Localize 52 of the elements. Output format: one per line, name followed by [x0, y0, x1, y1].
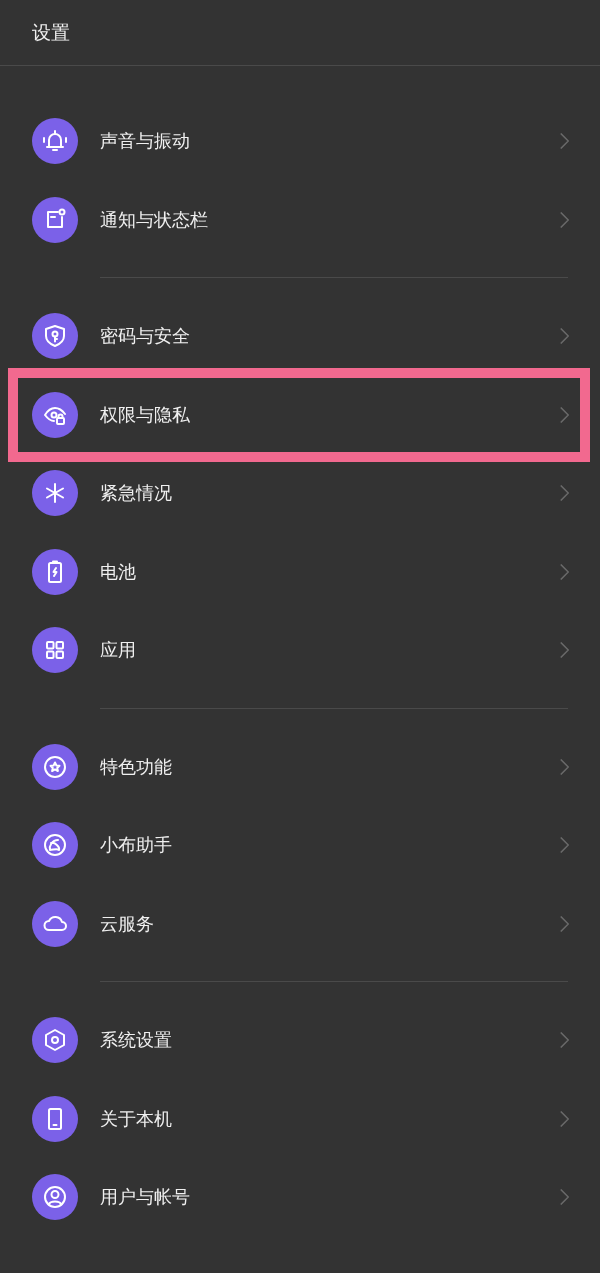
- item-label: 声音与振动: [100, 129, 191, 154]
- chevron-right-icon: [560, 406, 569, 423]
- chevron-right-icon: [560, 642, 569, 659]
- chevron-right-icon: [560, 1032, 569, 1049]
- settings-item[interactable]: 系统设置: [0, 1001, 600, 1080]
- settings-item[interactable]: 小布助手: [0, 806, 600, 885]
- chevron-right-icon: [560, 837, 569, 854]
- settings-item[interactable]: 应用: [0, 611, 600, 690]
- item-label: 通知与状态栏: [100, 207, 209, 232]
- shield-key-icon: [32, 313, 78, 360]
- bell-icon: [32, 118, 78, 165]
- item-label: 权限与隐私: [100, 402, 191, 427]
- item-label: 应用: [100, 638, 137, 663]
- user-icon: [32, 1174, 78, 1221]
- chevron-right-icon: [560, 485, 569, 502]
- item-label: 系统设置: [100, 1028, 173, 1053]
- item-label: 密码与安全: [100, 324, 191, 349]
- assistant-icon: [32, 822, 78, 869]
- star-circle-icon: [32, 743, 78, 790]
- page-title: 设置: [32, 19, 70, 45]
- item-label: 电池: [100, 559, 137, 584]
- grid-icon: [32, 627, 78, 674]
- cloud-icon: [32, 900, 78, 947]
- settings-item[interactable]: 电池: [0, 532, 600, 611]
- settings-item[interactable]: 关于本机: [0, 1079, 600, 1158]
- chevron-right-icon: [560, 328, 569, 345]
- chevron-right-icon: [560, 758, 569, 775]
- settings-item[interactable]: 声音与振动: [0, 102, 600, 181]
- chevron-right-icon: [560, 563, 569, 580]
- settings-item[interactable]: 权限与隐私: [0, 375, 600, 454]
- settings-item[interactable]: 特色功能: [0, 727, 600, 806]
- phone-icon: [32, 1095, 78, 1142]
- item-label: 用户与帐号: [100, 1185, 191, 1210]
- item-label: 关于本机: [100, 1106, 173, 1131]
- chevron-right-icon: [560, 1189, 569, 1206]
- settings-item[interactable]: 云服务: [0, 884, 600, 963]
- notification-icon: [32, 196, 78, 243]
- item-label: 小布助手: [100, 833, 173, 858]
- item-label: 云服务: [100, 911, 155, 936]
- chevron-right-icon: [560, 915, 569, 932]
- settings-item[interactable]: 密码与安全: [0, 297, 600, 376]
- chevron-right-icon: [560, 1110, 569, 1127]
- item-label: 特色功能: [100, 754, 173, 779]
- item-label: 紧急情况: [100, 481, 173, 506]
- settings-item[interactable]: 紧急情况: [0, 454, 600, 533]
- chevron-right-icon: [560, 211, 569, 228]
- battery-icon: [32, 548, 78, 595]
- chevron-right-icon: [560, 133, 569, 150]
- settings-item[interactable]: 通知与状态栏: [0, 180, 600, 259]
- settings-item[interactable]: 用户与帐号: [0, 1158, 600, 1237]
- eye-lock-icon: [32, 391, 78, 438]
- asterisk-icon: [32, 470, 78, 517]
